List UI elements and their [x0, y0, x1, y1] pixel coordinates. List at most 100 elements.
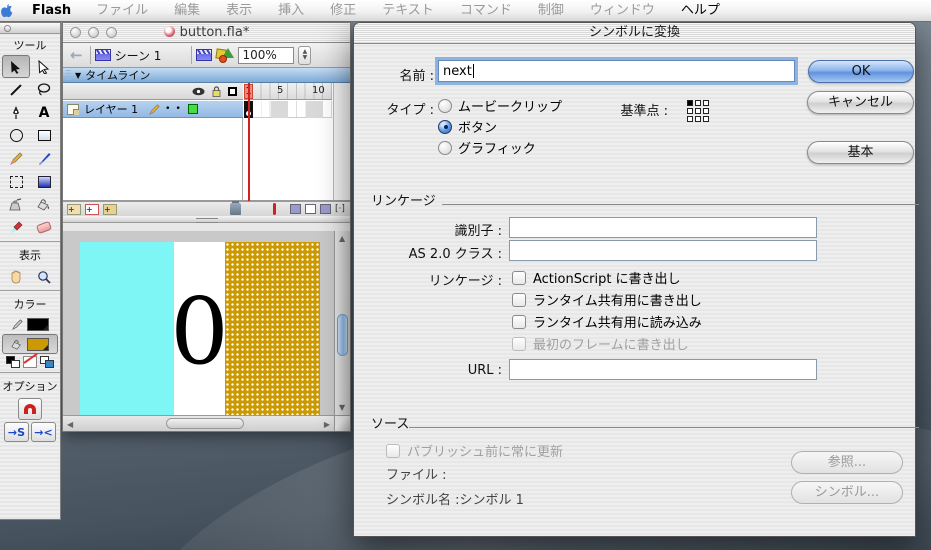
name-input[interactable]: next: [438, 60, 795, 82]
free-transform-tool[interactable]: [2, 170, 30, 193]
stage-band-cyan[interactable]: [80, 242, 174, 415]
tools-panel-titlebar[interactable]: [0, 23, 60, 34]
identifier-input[interactable]: [509, 217, 817, 238]
hand-tool[interactable]: [2, 265, 30, 288]
pane-splitter[interactable]: [63, 216, 350, 223]
gradient-transform-tool[interactable]: [30, 170, 58, 193]
frame-ruler[interactable]: 1 5 10: [244, 83, 332, 100]
registration-cell-selected[interactable]: [687, 100, 693, 106]
back-arrow-icon[interactable]: ←: [67, 46, 86, 64]
vertical-scroll-thumb[interactable]: [337, 314, 348, 356]
snap-to-objects-button[interactable]: [18, 398, 42, 420]
close-icon[interactable]: [4, 25, 11, 32]
edit-symbols-icon[interactable]: [216, 48, 234, 63]
arrow-tool[interactable]: [2, 55, 30, 78]
window-resize-grip[interactable]: [334, 415, 350, 431]
vertical-scrollbar[interactable]: ▲ ▼: [334, 231, 350, 415]
menu-window[interactable]: ウィンドウ: [577, 0, 668, 22]
menu-view[interactable]: 表示: [213, 0, 265, 22]
layer-lock-dot[interactable]: •: [175, 104, 180, 114]
window-titlebar[interactable]: button.fla*: [63, 23, 350, 43]
stage-band-white[interactable]: 0: [174, 242, 225, 415]
brush-tool[interactable]: [30, 147, 58, 170]
playhead-line[interactable]: [248, 83, 250, 201]
fill-color-row[interactable]: [2, 334, 58, 354]
rectangle-tool[interactable]: [30, 124, 58, 147]
swap-colors-icon[interactable]: [40, 356, 54, 368]
scroll-left-icon[interactable]: ◀: [67, 420, 73, 429]
scroll-down-icon[interactable]: ▼: [339, 403, 345, 412]
menu-text[interactable]: テキスト: [369, 0, 447, 22]
pen-tool[interactable]: [2, 101, 30, 124]
layer-outline-color-swatch[interactable]: [188, 104, 198, 114]
basic-button[interactable]: 基本: [807, 141, 914, 164]
menu-help[interactable]: ヘルプ: [668, 0, 733, 22]
scroll-up-icon[interactable]: ▲: [339, 234, 345, 243]
menu-commands[interactable]: コマンド: [447, 0, 525, 22]
as2-class-input[interactable]: [509, 240, 817, 261]
subselection-tool[interactable]: [30, 55, 58, 78]
edit-multiple-frames-icon[interactable]: [320, 204, 331, 214]
lock-icon[interactable]: [212, 86, 221, 97]
smooth-button[interactable]: →S: [4, 422, 29, 442]
insert-layer-folder-button[interactable]: +: [103, 204, 117, 215]
pencil-tool[interactable]: [2, 147, 30, 170]
layer-visible-dot[interactable]: •: [165, 104, 170, 114]
stage-band-gold-selected[interactable]: [225, 242, 320, 415]
delete-layer-trash-icon[interactable]: [230, 203, 241, 215]
menu-control[interactable]: 制御: [525, 0, 577, 22]
stage-canvas[interactable]: 0: [63, 231, 334, 415]
frames-row[interactable]: [244, 101, 332, 118]
eyedropper-tool[interactable]: [2, 216, 30, 239]
onion-skin-icon[interactable]: [305, 204, 316, 214]
radio-off-icon[interactable]: [438, 99, 452, 113]
layer-name[interactable]: レイヤー 1: [84, 101, 138, 117]
radio-graphic[interactable]: グラフィック: [438, 138, 536, 157]
ok-button[interactable]: OK: [808, 60, 914, 83]
url-input[interactable]: [509, 359, 817, 380]
layer-row[interactable]: レイヤー 1 • •: [63, 101, 243, 118]
zoom-input[interactable]: 100%: [238, 47, 294, 64]
cancel-button[interactable]: キャンセル: [807, 91, 914, 114]
timeline-scrollbar[interactable]: [333, 83, 350, 200]
timeline-panel-header[interactable]: ▼ タイムライン: [63, 68, 350, 83]
menu-edit[interactable]: 編集: [161, 0, 213, 22]
add-motion-guide-button[interactable]: +: [85, 204, 99, 215]
radio-movieclip[interactable]: ムービークリップ: [438, 96, 562, 115]
ink-bottle-tool[interactable]: [2, 193, 30, 216]
checkbox-icon[interactable]: [512, 293, 526, 307]
zoom-stepper[interactable]: ▲▼: [298, 46, 311, 65]
menu-file[interactable]: ファイル: [83, 0, 161, 22]
default-colors-icon[interactable]: [6, 356, 20, 368]
paint-bucket-tool[interactable]: [30, 193, 58, 216]
checkbox-export-runtime-sharing[interactable]: ランタイム共有用に書き出し: [512, 290, 702, 309]
stroke-color-row[interactable]: [0, 314, 60, 334]
radio-button-type[interactable]: ボタン: [438, 117, 497, 136]
panel-grip-icon[interactable]: [66, 70, 71, 81]
text-tool[interactable]: A: [30, 101, 58, 124]
menu-insert[interactable]: 挿入: [265, 0, 317, 22]
line-tool[interactable]: [2, 78, 30, 101]
horizontal-scroll-thumb[interactable]: [166, 418, 244, 429]
collapse-triangle-icon[interactable]: ▼: [75, 71, 81, 80]
scroll-right-icon[interactable]: ▶: [324, 420, 330, 429]
checkbox-import-runtime-sharing[interactable]: ランタイム共有用に読み込み: [512, 312, 702, 331]
apple-menu[interactable]: [0, 3, 30, 19]
radio-off-icon[interactable]: [438, 141, 452, 155]
lasso-tool[interactable]: [30, 78, 58, 101]
no-color-icon[interactable]: [23, 356, 37, 368]
menu-flash[interactable]: Flash: [30, 0, 83, 22]
fill-color-swatch[interactable]: [27, 338, 49, 351]
menu-modify[interactable]: 修正: [317, 0, 369, 22]
checkbox-export-actionscript[interactable]: ActionScript に書き出し: [512, 268, 681, 287]
modify-onion-markers-icon[interactable]: [·]: [335, 204, 346, 214]
edit-scene-icon[interactable]: [196, 49, 212, 61]
scene-name[interactable]: シーン 1: [115, 47, 162, 64]
straighten-button[interactable]: →<: [31, 422, 56, 442]
zoom-tool[interactable]: [30, 265, 58, 288]
stroke-color-swatch[interactable]: [27, 318, 49, 331]
radio-on-icon[interactable]: [438, 120, 452, 134]
registration-grid[interactable]: [687, 100, 709, 122]
checkbox-icon[interactable]: [512, 271, 526, 285]
oval-tool[interactable]: [2, 124, 30, 147]
